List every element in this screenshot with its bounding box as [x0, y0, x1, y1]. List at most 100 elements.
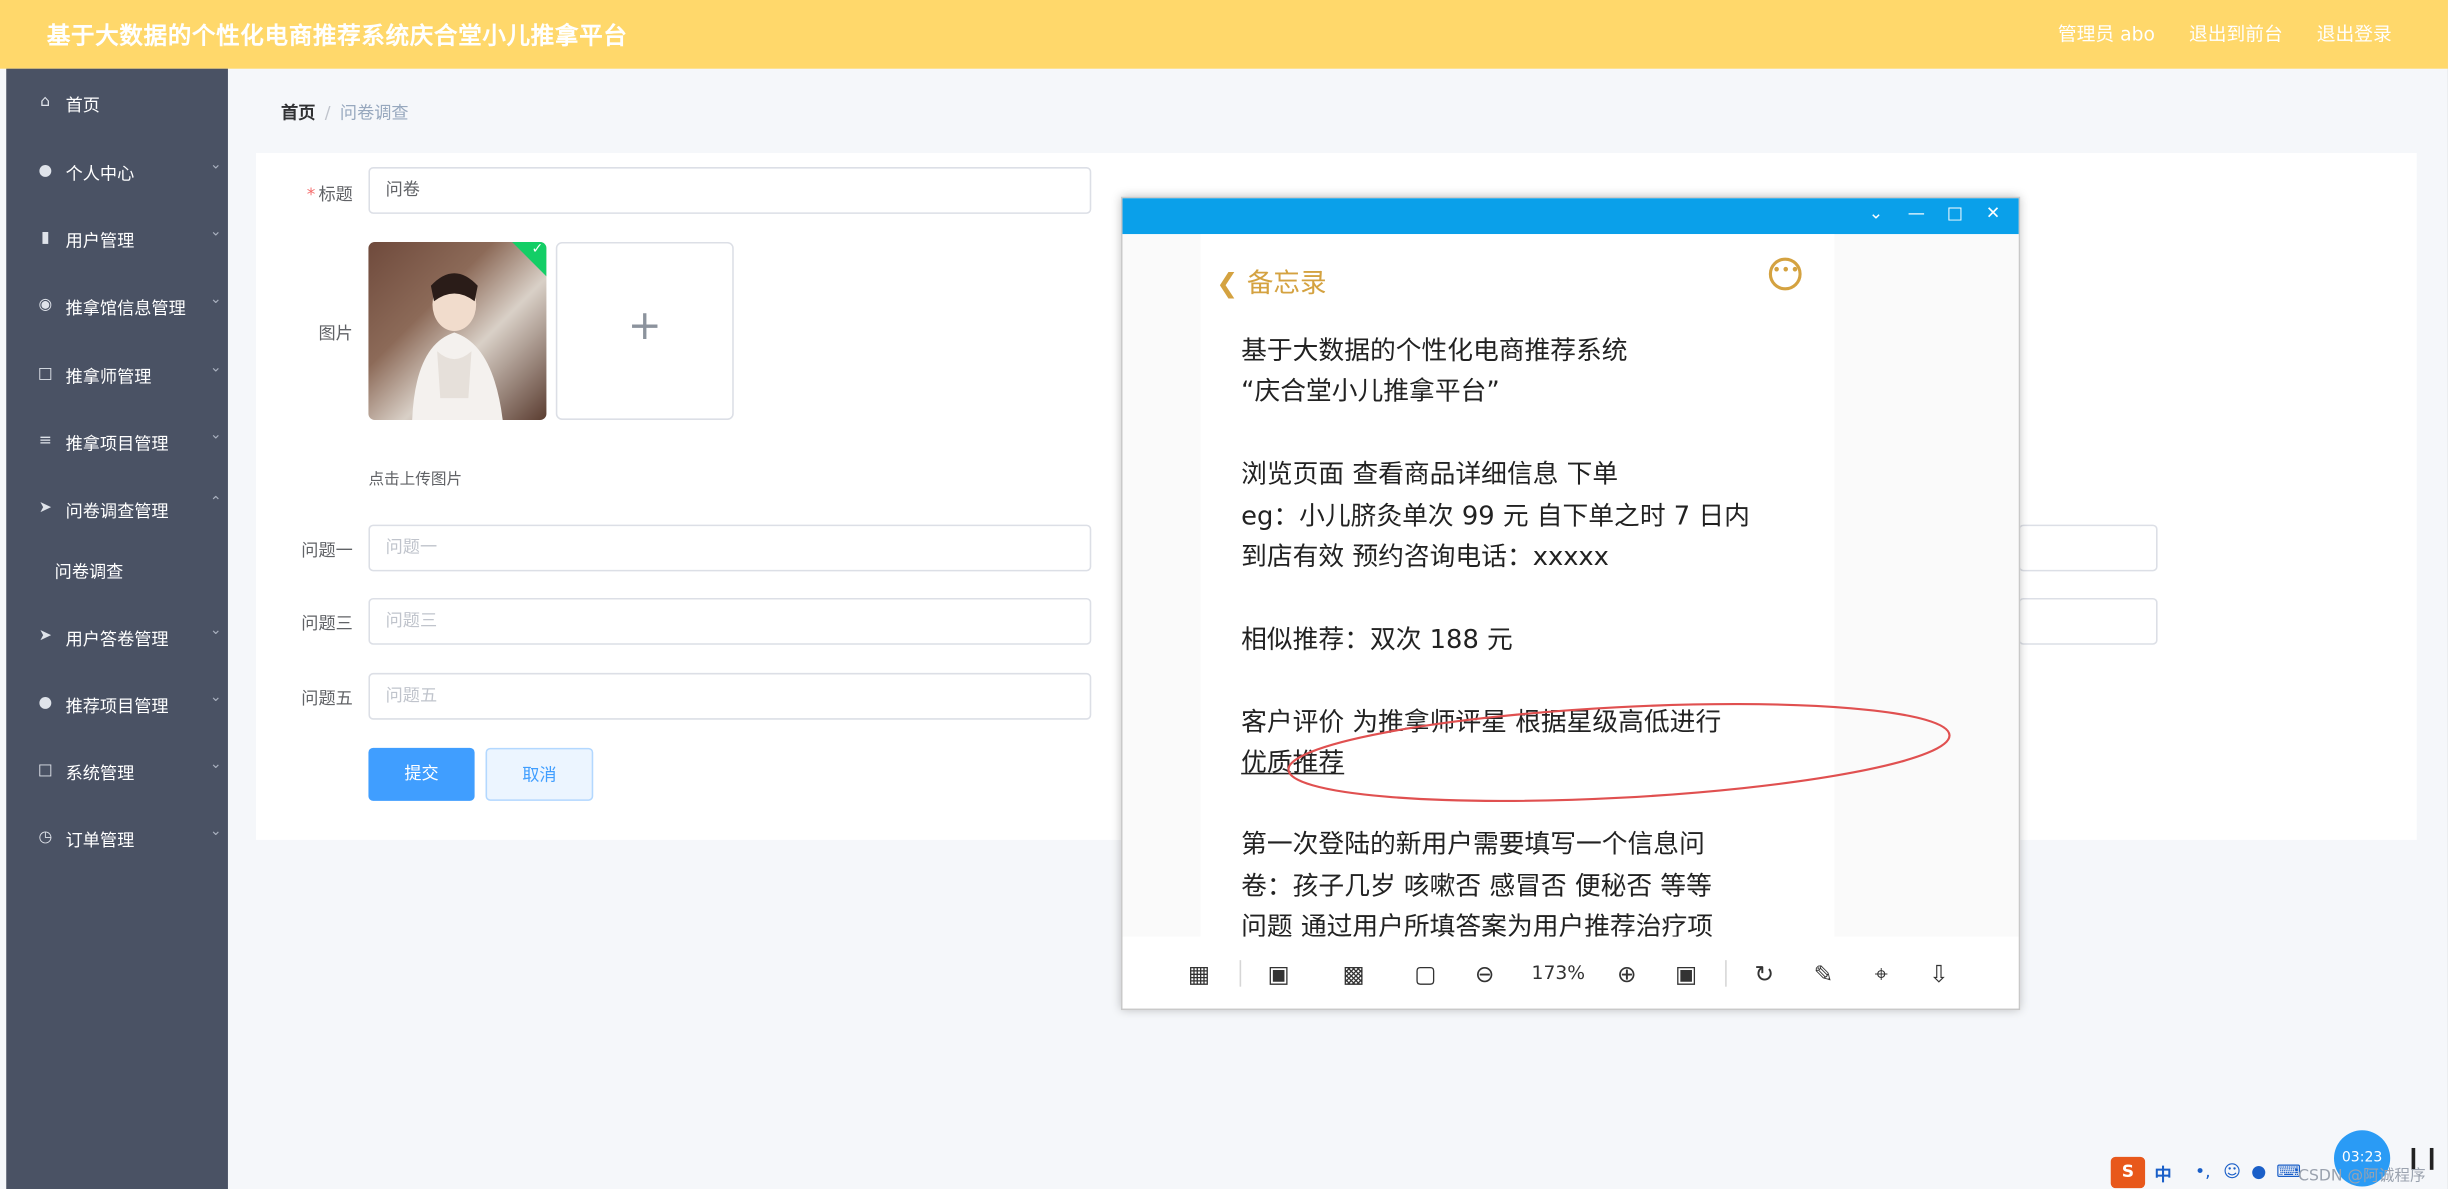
sidebar-item-label: 订单管理: [65, 830, 135, 851]
rotate-icon[interactable]: ↻: [1747, 957, 1781, 991]
question-5-label: 问题五: [301, 688, 353, 709]
sidebar-item-massage-hall[interactable]: ◉ 推拿馆信息管理 ⌄: [6, 278, 228, 334]
breadcrumb-home[interactable]: 首页: [281, 103, 315, 123]
home-icon: ⌂: [40, 93, 51, 111]
sidebar-item-masseur[interactable]: □ 推拿师管理 ⌄: [6, 347, 228, 403]
sidebar-item-label: 推拿馆信息管理: [65, 298, 186, 319]
edit-icon[interactable]: ✎: [1806, 957, 1840, 991]
question-2-input[interactable]: [2018, 524, 2158, 572]
sidebar-item-recommend-project[interactable]: ● 推荐项目管理 ⌄: [6, 676, 228, 732]
chevron-down-icon: ⌄: [209, 427, 222, 444]
message-icon: □: [37, 365, 53, 383]
fit-screen-icon[interactable]: ▢: [1408, 957, 1442, 991]
sidebar-item-system[interactable]: □ 系统管理 ⌄: [6, 743, 228, 799]
logout-link[interactable]: 退出登录: [2317, 23, 2392, 45]
admin-user-link[interactable]: 管理员 abo: [2058, 23, 2155, 45]
exit-to-frontend-link[interactable]: 退出到前台: [2189, 23, 2283, 45]
crop-icon[interactable]: ⌖: [1864, 957, 1898, 991]
chevron-down-icon: ⌄: [209, 690, 222, 706]
fullscreen-icon: □: [37, 761, 53, 780]
sidebar-item-label: 首页: [65, 95, 100, 116]
minimize-icon[interactable]: —: [1908, 203, 1925, 223]
maximize-icon[interactable]: □: [1947, 203, 1963, 223]
text-extract-icon[interactable]: ▣: [1261, 957, 1295, 991]
check-icon: ✓: [531, 241, 544, 258]
breadcrumb: 首页 / 问卷调查: [281, 103, 409, 124]
uploaded-image-thumbnail[interactable]: ✓: [368, 241, 547, 420]
zoom-out-icon[interactable]: ⊖: [1468, 957, 1502, 991]
sidebar-item-label: 推拿师管理: [65, 366, 152, 388]
menu-icon: ≡: [38, 432, 52, 450]
app-title: 基于大数据的个性化电商推荐系统庆合堂小儿推拿平台: [46, 21, 628, 50]
upload-tip: 点击上传图片: [368, 471, 463, 489]
zoom-level: 173%: [1531, 961, 1586, 984]
sidebar-item-label: 推荐项目管理: [65, 696, 169, 717]
image-label: 图片: [318, 323, 353, 344]
question-5-input[interactable]: 问题五: [368, 672, 1092, 720]
actual-size-icon[interactable]: ▣: [1669, 957, 1703, 991]
sidebar-subitem-questionnaire[interactable]: 问卷调查: [6, 548, 228, 595]
viewer-title-bar[interactable]: ⌄ — □ ✕: [1122, 198, 2019, 235]
send-icon: ➤: [38, 499, 52, 517]
chevron-up-icon: ⌃: [209, 494, 222, 511]
ime-mode[interactable]: 中: [2154, 1162, 2171, 1187]
microphone-icon: ◉: [38, 296, 53, 314]
zoom-in-icon[interactable]: ⊕: [1610, 957, 1644, 991]
chevron-down-icon: ⌄: [209, 360, 222, 377]
paper-plane-icon: ➤: [38, 627, 52, 645]
translate-icon[interactable]: ▩: [1336, 957, 1370, 991]
sidebar: ⌂ 首页 ● 个人中心 ⌄ ▮ 用户管理 ⌄ ◉ 推拿馆信息管理 ⌄ □ 推拿师…: [6, 68, 228, 1189]
viewer-toolbar: ▦ ▣ ▩ ▢ ⊖ 173% ⊕ ▣ ↻ ✎ ⌖ ⇩: [1122, 936, 2019, 1009]
user-icon: ●: [38, 162, 53, 180]
chevron-down-icon: ⌄: [209, 824, 222, 840]
question-1-input[interactable]: 问题一: [368, 524, 1092, 572]
submit-button[interactable]: 提交: [368, 747, 475, 801]
chevron-down-icon: ⌄: [209, 157, 222, 174]
sidebar-item-massage-project[interactable]: ≡ 推拿项目管理 ⌄: [6, 414, 228, 470]
question-3-label: 问题三: [301, 613, 353, 634]
thumbnails-icon[interactable]: ▦: [1182, 957, 1216, 991]
punctuation-icon[interactable]: •,: [2195, 1162, 2211, 1182]
sidebar-item-home[interactable]: ⌂ 首页: [6, 75, 228, 131]
sidebar-item-users[interactable]: ▮ 用户管理 ⌄: [6, 211, 228, 267]
question-4-input[interactable]: [2018, 597, 2158, 645]
chevron-down-icon[interactable]: ⌄: [1869, 203, 1883, 223]
sogou-ime-icon[interactable]: S: [2110, 1156, 2146, 1189]
upload-image-button[interactable]: +: [555, 241, 734, 420]
sidebar-item-questionnaire-mgmt[interactable]: ➤ 问卷调查管理 ⌃: [6, 481, 228, 537]
bar-chart-icon: ▮: [40, 229, 50, 247]
sidebar-item-label: 个人中心: [65, 163, 135, 185]
question-3-input[interactable]: 问题三: [368, 597, 1092, 645]
download-icon[interactable]: ⇩: [1922, 957, 1956, 991]
title-label: * 标题: [306, 184, 353, 205]
plus-icon: +: [627, 302, 662, 350]
sidebar-item-label: 问卷调查管理: [65, 501, 169, 522]
top-header: 基于大数据的个性化电商推荐系统庆合堂小儿推拿平台 管理员 abo 退出到前台 退…: [0, 0, 2448, 69]
emoji-icon[interactable]: ☺: [2223, 1162, 2241, 1182]
microphone-icon[interactable]: ●: [2251, 1162, 2266, 1182]
chevron-down-icon: ⌄: [209, 757, 222, 773]
chevron-down-icon: ⌄: [209, 622, 222, 639]
breadcrumb-current: 问卷调查: [339, 103, 409, 124]
title-input[interactable]: 问卷: [368, 167, 1092, 214]
clock-icon: ◷: [38, 828, 53, 847]
sidebar-item-label: 用户管理: [65, 231, 135, 252]
close-icon[interactable]: ✕: [1986, 203, 2000, 223]
question-1-label: 问题一: [301, 540, 353, 561]
cancel-button[interactable]: 取消: [485, 747, 594, 801]
sidebar-item-label: 用户答卷管理: [65, 629, 169, 650]
sidebar-item-user-answers[interactable]: ➤ 用户答卷管理 ⌄: [6, 609, 228, 665]
sidebar-item-orders[interactable]: ◷ 订单管理 ⌄: [6, 810, 228, 866]
csdn-watermark: CSDN @阿诚程序: [2298, 1167, 2426, 1185]
annotation-ellipse: [1287, 702, 1951, 803]
sidebar-item-label: 系统管理: [65, 763, 135, 784]
location-icon: ●: [38, 694, 53, 712]
sidebar-item-label: 问卷调查: [54, 562, 124, 583]
chevron-down-icon: ⌄: [209, 224, 222, 241]
image-viewer-window: ⌄ — □ ✕ ❮ 备忘录 ••• 基于大数据的个性化电商推荐系统 “庆合堂小儿…: [1120, 196, 2021, 1011]
sidebar-item-personal-center[interactable]: ● 个人中心 ⌄: [6, 144, 228, 200]
sidebar-item-label: 推拿项目管理: [65, 434, 169, 455]
header-links: 管理员 abo 退出到前台 退出登录: [2030, 20, 2392, 47]
chevron-down-icon: ⌄: [209, 291, 222, 308]
viewer-canvas: ❮ 备忘录 ••• 基于大数据的个性化电商推荐系统 “庆合堂小儿推拿平台” 浏览…: [1122, 234, 2019, 937]
